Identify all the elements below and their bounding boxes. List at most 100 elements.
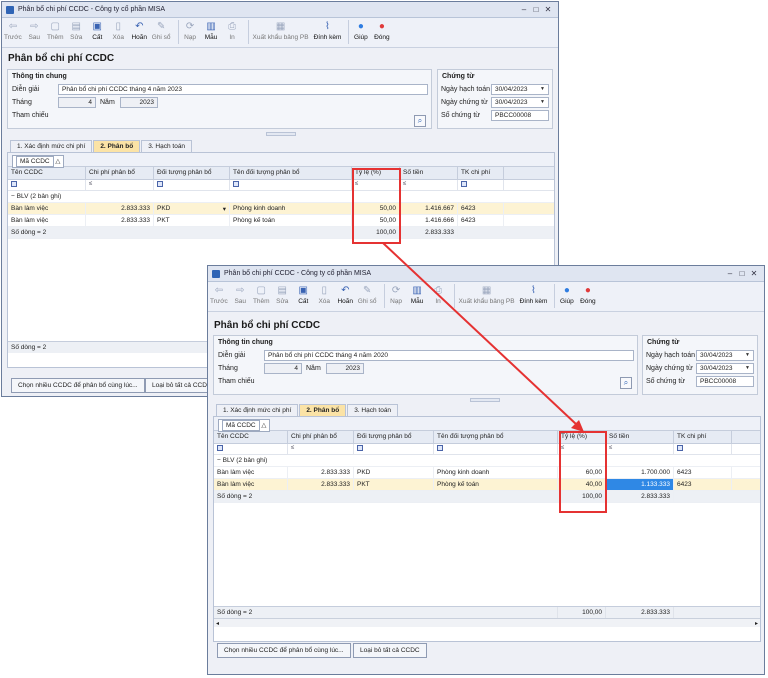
col-object-name[interactable]: Tên đối tượng phân bổ bbox=[434, 431, 558, 443]
table-row[interactable]: Bàn làm việc 2.833.333 PKT Phòng kế toán… bbox=[214, 479, 760, 491]
chevron-down-icon[interactable]: ▼ bbox=[540, 99, 545, 105]
remove-all-assets-button[interactable]: Loại bỏ tất cả CCDC bbox=[353, 643, 427, 658]
tab-define-cost[interactable]: 1. Xác định mức chi phí bbox=[10, 140, 93, 152]
prev-button[interactable]: ⇦ Trước bbox=[210, 284, 228, 306]
reload-button[interactable]: ⟳ Nạp bbox=[182, 20, 199, 42]
collapse-handle[interactable] bbox=[266, 132, 296, 136]
scroll-left-icon[interactable]: ◂ bbox=[216, 620, 219, 627]
table-row[interactable]: Bàn làm việc 2.833.333 PKT Phòng kế toán… bbox=[8, 215, 554, 227]
filter-icon[interactable] bbox=[461, 181, 467, 187]
filter-icon[interactable] bbox=[233, 181, 239, 187]
print-button[interactable]: ⎙ In bbox=[430, 284, 447, 306]
col-expense-account[interactable]: TK chi phí bbox=[458, 167, 504, 179]
col-asset-name[interactable]: Tên CCDC bbox=[8, 167, 86, 179]
col-expense-account[interactable]: TK chi phí bbox=[674, 431, 732, 443]
col-amount[interactable]: Số tiền bbox=[400, 167, 458, 179]
year-input[interactable]: 2023 bbox=[326, 363, 364, 374]
voucher-date-input[interactable]: 30/04/2023 ▼ bbox=[696, 363, 754, 374]
chevron-down-icon[interactable]: ▼ bbox=[540, 86, 545, 92]
chevron-down-icon[interactable]: ▼ bbox=[745, 352, 750, 358]
minimize-icon[interactable]: – bbox=[724, 269, 736, 278]
month-input[interactable]: 4 bbox=[264, 363, 302, 374]
col-amount[interactable]: Số tiền bbox=[606, 431, 674, 443]
edit-button[interactable]: ▤ Sửa bbox=[274, 284, 291, 306]
delete-button[interactable]: ▯ Xóa bbox=[316, 284, 333, 306]
undo-button[interactable]: ↶ Hoãn bbox=[337, 284, 354, 306]
filter-icon[interactable] bbox=[357, 445, 363, 451]
save-button[interactable]: ▣ Cất bbox=[295, 284, 312, 306]
maximize-icon[interactable]: □ bbox=[736, 269, 748, 278]
table-row[interactable]: Bàn làm việc 2.833.333 PKD Phòng kinh do… bbox=[214, 467, 760, 479]
add-button[interactable]: ▢ Thêm bbox=[47, 20, 64, 42]
filter-icon[interactable] bbox=[11, 181, 17, 187]
post-button[interactable]: ✎ Ghi sổ bbox=[152, 20, 171, 42]
col-allocated-cost[interactable]: Chi phí phân bổ bbox=[86, 167, 154, 179]
collapse-handle[interactable] bbox=[470, 398, 500, 402]
chevron-down-icon[interactable]: ▾ bbox=[223, 205, 226, 213]
description-input[interactable]: Phân bổ chi phí CCDC tháng 4 năm 2020 bbox=[264, 350, 634, 361]
template-button[interactable]: ▥ Mẫu bbox=[409, 284, 426, 306]
next-button[interactable]: ⇨ Sau bbox=[26, 20, 43, 42]
posting-date-input[interactable]: 30/04/2023 ▼ bbox=[696, 350, 754, 361]
month-input[interactable]: 4 bbox=[58, 97, 96, 108]
description-input[interactable]: Phân bổ chi phí CCDC tháng 4 năm 2023 bbox=[58, 84, 428, 95]
template-button[interactable]: ▥ Mẫu bbox=[203, 20, 220, 42]
export-button[interactable]: ▦ Xuất khẩu bảng PB bbox=[252, 20, 310, 42]
filter-cell[interactable]: ≤ bbox=[86, 180, 154, 190]
voucher-no-input[interactable]: PBCC00008 bbox=[696, 376, 754, 387]
tab-define-cost[interactable]: 1. Xác định mức chi phí bbox=[216, 404, 299, 416]
voucher-no-input[interactable]: PBCC00008 bbox=[491, 110, 549, 121]
filter-icon[interactable] bbox=[217, 445, 223, 451]
col-object-name[interactable]: Tên đối tượng phân bổ bbox=[230, 167, 352, 179]
voucher-date-input[interactable]: 30/04/2023 ▼ bbox=[491, 97, 549, 108]
filter-icon[interactable] bbox=[437, 445, 443, 451]
next-button[interactable]: ⇨ Sau bbox=[232, 284, 249, 306]
select-multiple-assets-button[interactable]: Chọn nhiều CCDC để phân bổ cùng lúc... bbox=[217, 643, 351, 658]
prev-button[interactable]: ⇦ Trước bbox=[4, 20, 22, 42]
export-button[interactable]: ▦ Xuất khẩu bảng PB bbox=[458, 284, 516, 306]
add-button[interactable]: ▢ Thêm bbox=[253, 284, 270, 306]
maximize-icon[interactable]: □ bbox=[530, 5, 542, 14]
table-row[interactable]: Bàn làm việc 2.833.333 PKD ▾ Phòng kinh d… bbox=[8, 203, 554, 215]
attach-button[interactable]: ⌇ Đính kèm bbox=[520, 284, 548, 306]
delete-button[interactable]: ▯ Xóa bbox=[110, 20, 127, 42]
search-reference-icon[interactable]: ⌕ bbox=[620, 377, 632, 389]
post-button[interactable]: ✎ Ghi sổ bbox=[358, 284, 377, 306]
col-allocated-cost[interactable]: Chi phí phân bổ bbox=[288, 431, 354, 443]
filter-cell[interactable]: ≤ bbox=[400, 180, 458, 190]
close-form-button[interactable]: ● Đóng bbox=[373, 20, 390, 42]
save-button[interactable]: ▣ Cất bbox=[89, 20, 106, 42]
group-row[interactable]: − BLV (2 bản ghi) bbox=[8, 191, 554, 203]
group-row[interactable]: − BLV (2 bản ghi) bbox=[214, 455, 760, 467]
posting-date-input[interactable]: 30/04/2023 ▼ bbox=[491, 84, 549, 95]
select-multiple-assets-button[interactable]: Chọn nhiều CCDC để phân bổ cùng lúc... bbox=[11, 378, 145, 393]
selected-amount-cell[interactable]: 1.133.333 bbox=[606, 479, 674, 490]
scroll-right-icon[interactable]: ▸ bbox=[755, 620, 758, 627]
tab-allocation[interactable]: 2. Phân bổ bbox=[93, 140, 141, 152]
search-reference-icon[interactable]: ⌕ bbox=[414, 115, 426, 127]
tab-allocation[interactable]: 2. Phân bổ bbox=[299, 404, 347, 416]
print-button[interactable]: ⎙ In bbox=[224, 20, 241, 42]
help-button[interactable]: ● Giúp bbox=[352, 20, 369, 42]
minimize-icon[interactable]: – bbox=[518, 5, 530, 14]
col-asset-name[interactable]: Tên CCDC bbox=[214, 431, 288, 443]
filter-icon[interactable] bbox=[157, 181, 163, 187]
undo-button[interactable]: ↶ Hoãn bbox=[131, 20, 148, 42]
tab-accounting[interactable]: 3. Hạch toán bbox=[141, 140, 193, 152]
close-icon[interactable]: ✕ bbox=[542, 5, 554, 14]
close-form-button[interactable]: ● Đóng bbox=[579, 284, 596, 306]
filter-cell[interactable]: ≤ bbox=[606, 444, 674, 454]
reload-button[interactable]: ⟳ Nạp bbox=[388, 284, 405, 306]
filter-icon[interactable] bbox=[677, 445, 683, 451]
attach-button[interactable]: ⌇ Đính kèm bbox=[314, 20, 342, 42]
tab-accounting[interactable]: 3. Hạch toán bbox=[347, 404, 399, 416]
horizontal-scrollbar[interactable]: ◂ ▸ bbox=[214, 618, 760, 627]
year-input[interactable]: 2023 bbox=[120, 97, 158, 108]
edit-button[interactable]: ▤ Sửa bbox=[68, 20, 85, 42]
filter-cell[interactable]: ≤ bbox=[288, 444, 354, 454]
close-icon[interactable]: ✕ bbox=[748, 269, 760, 278]
col-allocation-object[interactable]: Đối tượng phân bổ bbox=[354, 431, 434, 443]
col-allocation-object[interactable]: Đối tượng phân bổ bbox=[154, 167, 230, 179]
chevron-down-icon[interactable]: ▼ bbox=[745, 365, 750, 371]
help-button[interactable]: ● Giúp bbox=[558, 284, 575, 306]
